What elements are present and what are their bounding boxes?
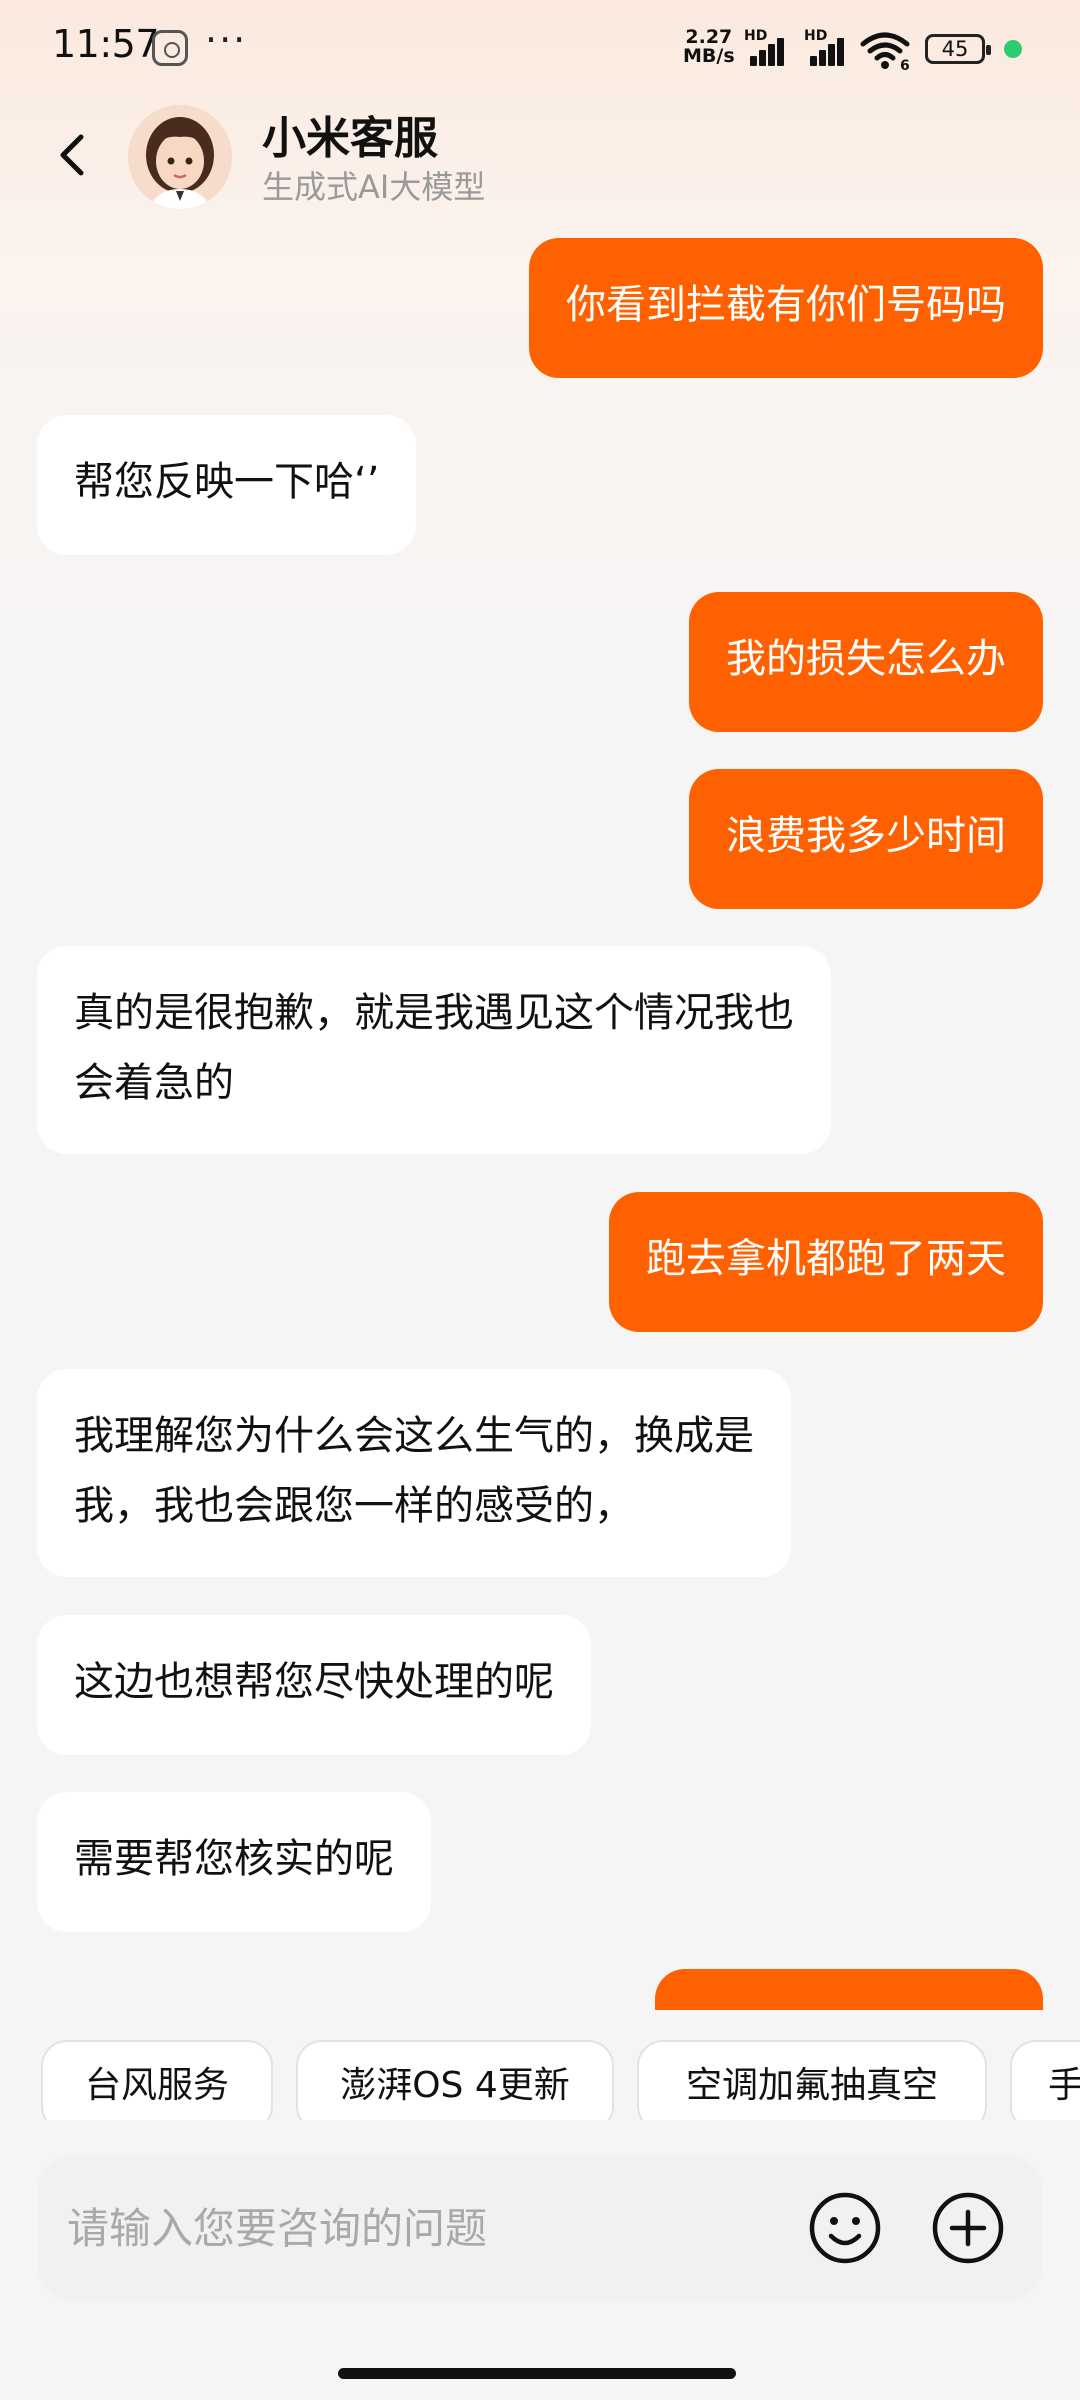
page-subtitle: 生成式AI大模型: [262, 168, 486, 206]
quick-reply-bar: 台风服务 澎湃OS 4更新 空调加氟抽真空 手: [0, 2010, 1080, 2120]
plus-circle-icon: [932, 2192, 1004, 2264]
cell-signal-icon: HD: [740, 28, 792, 70]
network-speed: 2.27 MB/s: [683, 28, 735, 66]
battery-level: 45: [941, 37, 969, 61]
message-bubble-user[interactable]: 跑去拿机都跑了两天: [609, 1192, 1043, 1332]
quick-reply-chip[interactable]: 手: [1010, 2040, 1080, 2120]
assistant-avatar-icon: [128, 105, 232, 209]
chat-header: 小米客服 生成式AI大模型: [0, 100, 1080, 220]
message-bubble-user[interactable]: 我的损失怎么办: [689, 592, 1043, 732]
signal-hd-label: HD: [744, 28, 768, 44]
message-bubble-bot[interactable]: 需要帮您核实的呢: [37, 1792, 431, 1932]
status-time: 11:57: [52, 22, 160, 66]
network-speed-unit: MB/s: [683, 45, 735, 67]
composer: [37, 2155, 1043, 2301]
cell-signal-icon-2: HD: [800, 28, 852, 70]
page-title: 小米客服: [262, 113, 438, 164]
message-bubble-bot[interactable]: 真的是很抱歉，就是我遇见这个情况我也 会着急的: [37, 946, 831, 1154]
avatar[interactable]: [128, 105, 232, 209]
message-bubble-bot[interactable]: 我理解您为什么会这么生气的，换成是 我，我也会跟您一样的感受的，: [37, 1369, 791, 1577]
wifi-icon: 6: [860, 30, 910, 74]
quick-reply-chip[interactable]: 空调加氟抽真空: [637, 2040, 987, 2120]
privacy-indicator-dot: [1004, 40, 1022, 58]
more-notifications-icon: ···: [205, 18, 248, 62]
smile-icon: [809, 2192, 881, 2264]
status-bar: 11:57 ··· 2.27 MB/s HD HD 6 45: [0, 0, 1080, 100]
quick-reply-chip[interactable]: 澎湃OS 4更新: [296, 2040, 614, 2120]
add-attachment-button[interactable]: [930, 2190, 1006, 2266]
notification-app-icon: [152, 30, 188, 66]
battery-icon: 45: [925, 34, 991, 64]
chevron-left-icon: [60, 134, 84, 176]
message-bubble-bot[interactable]: 这边也想帮您尽快处理的呢: [37, 1615, 591, 1755]
message-bubble-user[interactable]: 浪费我多少时间: [689, 769, 1043, 909]
message-bubble-user[interactable]: 你看到拦截有你们号码吗: [529, 238, 1043, 378]
message-bubble-user-partial[interactable]: [655, 1969, 1043, 2010]
emoji-button[interactable]: [807, 2190, 883, 2266]
back-button[interactable]: [45, 125, 105, 185]
message-input[interactable]: [67, 2183, 787, 2273]
quick-reply-chip[interactable]: 台风服务: [41, 2040, 273, 2120]
message-bubble-bot[interactable]: 帮您反映一下哈‘’: [37, 415, 417, 555]
wifi-badge: 6: [900, 58, 910, 70]
signal-hd-label-2: HD: [804, 28, 828, 44]
home-indicator[interactable]: [338, 2368, 736, 2379]
